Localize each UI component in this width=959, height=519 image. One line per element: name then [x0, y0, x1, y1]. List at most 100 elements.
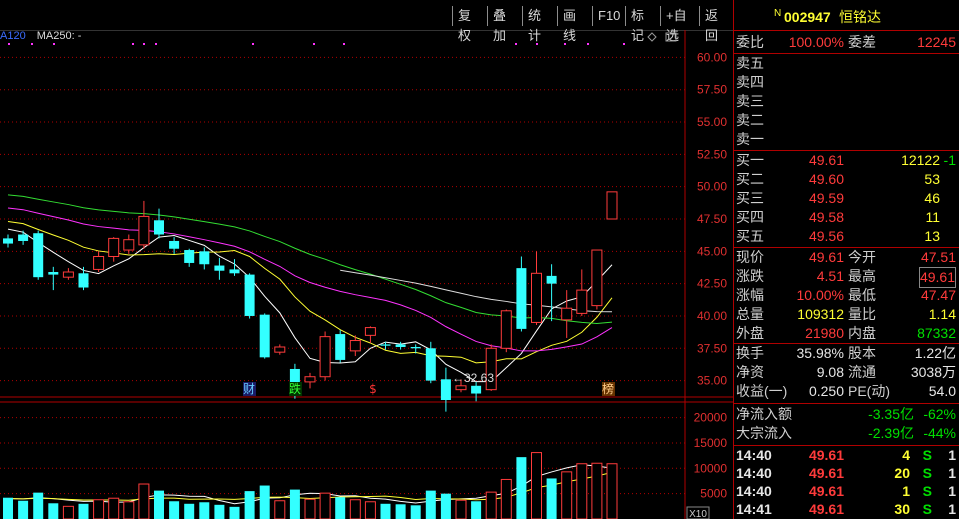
kline-chart[interactable]: 60.00 57.50 55.00 52.50 50.00 47.50 45.00 42.50… — [0, 30, 733, 519]
volume-bar-down — [214, 504, 225, 519]
volume-bar-down — [33, 492, 44, 519]
quote-row: 外盘 21980 内盘 87332 — [734, 324, 959, 343]
volume-bar-up — [591, 462, 603, 519]
quote-row: 现价 49.61 今开 47.51 — [734, 248, 959, 267]
candle-body-up — [123, 239, 135, 251]
weibi-label: 委比 — [736, 34, 764, 50]
buy-volume: 53 — [924, 171, 940, 187]
leaderboard-marker: 榜 — [602, 381, 614, 396]
candle-body-down — [440, 379, 451, 400]
back-button[interactable]: 返回 — [699, 6, 733, 43]
volume-bar-down — [229, 506, 240, 519]
window-icon — [665, 32, 677, 42]
tick-count: 1 — [948, 501, 956, 517]
mark-button[interactable]: 标记 — [625, 6, 659, 43]
buy-price: 49.58 — [808, 209, 844, 225]
volume-bar-down — [471, 501, 482, 519]
buy-level-row: 买三 49.59 46 — [734, 189, 959, 208]
top-dot-marker — [31, 43, 33, 45]
draw-line-button[interactable]: 画线 — [557, 6, 591, 43]
sell-label: 卖五 — [736, 55, 764, 71]
volume-bar-up — [349, 499, 361, 519]
tick-volume: 4 — [902, 447, 910, 463]
buy-label: 买二 — [736, 171, 764, 187]
top-dot-marker — [536, 43, 538, 45]
quote-label: 最低 — [848, 287, 876, 303]
buy-price: 49.60 — [808, 171, 844, 187]
add-watchlist-button[interactable]: +自选 — [660, 6, 698, 43]
stats-row: 净资 9.08 流通 3038万 — [734, 363, 959, 382]
quote-label: 现价 — [736, 249, 764, 265]
divider — [734, 30, 959, 31]
volume-bar-up — [576, 463, 588, 519]
limit-down-marker: 跌 — [289, 381, 301, 396]
tick-price: 49.61 — [808, 447, 844, 463]
stats-row: 收益(一) 0.250 PE(动) 54.0 — [734, 382, 959, 401]
tick-time: 14:40 — [736, 483, 772, 499]
quote-row: 总量 109312 量比 1.14 — [734, 305, 959, 324]
buy-level-row: 买一 49.61 12122 -1 — [734, 151, 959, 170]
volume-bar-down — [48, 503, 59, 519]
volume-tick-label: 10000 — [694, 461, 728, 475]
volume-bar-up — [531, 452, 542, 519]
candle-body-down — [3, 238, 13, 244]
overlay-button[interactable]: 叠加 — [487, 6, 521, 43]
top-dot-marker — [564, 43, 566, 45]
tick-volume: 30 — [894, 501, 910, 517]
buy-label: 买三 — [736, 190, 764, 206]
candle-body-down — [229, 269, 240, 274]
candle-body-up — [500, 310, 512, 349]
buy-level-row: 买二 49.60 53 — [734, 170, 959, 189]
quote-label: 总量 — [736, 306, 764, 322]
candle-body-down — [410, 346, 421, 349]
quote-label: 涨跌 — [736, 268, 764, 284]
top-dot-marker — [155, 43, 157, 45]
quote-value: 109312 — [797, 306, 844, 322]
quote-value: 49.61 — [808, 249, 844, 265]
candle-body-down — [425, 348, 436, 381]
tick-count: 1 — [948, 447, 956, 463]
sell-label: 卖二 — [736, 112, 764, 128]
sell-label: 卖一 — [736, 131, 764, 147]
buy-change: -1 — [943, 152, 956, 168]
tick-count: 1 — [948, 465, 956, 481]
fuquan-button[interactable]: 复权 — [452, 6, 486, 43]
tick-side: S — [922, 501, 932, 517]
volume-bar-up — [108, 497, 120, 519]
sell-level-row: 卖三 — [734, 92, 959, 111]
candle-body-down — [169, 240, 180, 249]
flow-value: -2.39亿 — [868, 425, 914, 441]
flow-pct: -62% — [923, 406, 956, 422]
candle-body-up — [531, 272, 542, 323]
candle-body-up — [274, 346, 286, 353]
dividend-marker: $ — [369, 382, 377, 396]
toolbar: 复权 叠加 统计 画线 F10 标记 +自选 返回 — [0, 0, 733, 43]
top-dot-marker — [343, 43, 345, 45]
volume-tick-label: 20000 — [694, 411, 728, 425]
candle-body-down — [380, 344, 391, 346]
buy-label: 买五 — [736, 228, 764, 244]
stats-value: 9.08 — [816, 364, 844, 380]
candle-body-up — [108, 237, 120, 257]
quote-value: 47.51 — [920, 249, 956, 265]
sell-level-row: 卖一 — [734, 130, 959, 149]
flow-row: 大宗流入 -2.39亿 -44% — [734, 424, 959, 443]
stats-row: 换手 35.98% 股本 1.22亿 — [734, 344, 959, 363]
tick-row: 14:40 49.61 4 S 1 — [734, 446, 959, 465]
stats-button[interactable]: 统计 — [522, 6, 556, 43]
volume-bar-down — [516, 457, 527, 519]
candle-body-down — [259, 314, 270, 358]
tick-row: 14:40 49.61 20 S 1 — [734, 464, 959, 483]
weicha-value: 12245 — [917, 34, 956, 50]
f10-button[interactable]: F10 — [592, 6, 624, 26]
candle-body-up — [304, 376, 316, 383]
volume-bar-up — [319, 492, 331, 519]
candle-body-down — [33, 233, 44, 278]
quote-label: 量比 — [848, 306, 876, 322]
top-dot-marker — [53, 43, 55, 45]
stock-code: 002947 — [784, 9, 831, 25]
price-tick-label: 37.50 — [697, 341, 727, 355]
candle-body-up — [349, 340, 361, 352]
price-axis: 60.00 57.50 55.00 52.50 50.00 47.50 45.00 42.50… — [686, 50, 728, 519]
volume-bar-down — [546, 478, 557, 519]
